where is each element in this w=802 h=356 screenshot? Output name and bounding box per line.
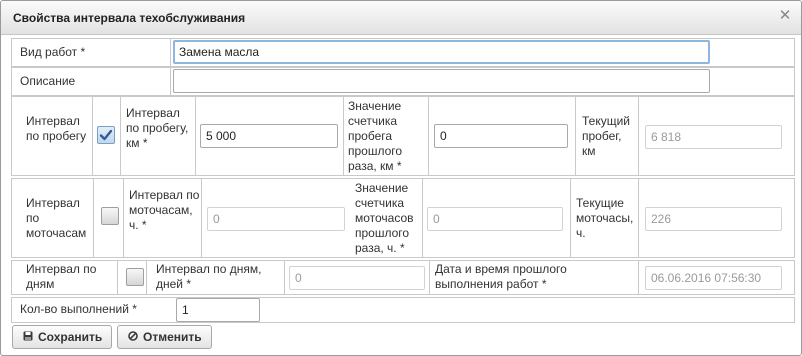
- cancel-button[interactable]: Отменить: [117, 325, 212, 349]
- mileage-toggle-label: Интервал по пробегу: [26, 114, 87, 143]
- description-label: Описание: [20, 74, 76, 88]
- description-row: Описание: [11, 67, 795, 96]
- close-icon[interactable]: ✕: [777, 8, 793, 24]
- count-label: Кол-во выполнений *: [20, 302, 137, 316]
- work-type-input[interactable]: [173, 40, 710, 64]
- mileage-current-label: Текущий пробег, км: [582, 114, 630, 158]
- count-row: Кол-во выполнений *: [11, 297, 795, 323]
- mileage-section: Интервал по пробегу Интервал по пробегу,…: [11, 96, 795, 176]
- engine-hours-interval-input[interactable]: [207, 207, 345, 231]
- engine-hours-toggle-label: Интервал по моточасам: [26, 196, 87, 240]
- save-button-label: Сохранить: [38, 330, 103, 344]
- days-toggle-label: Интервал по дням: [26, 262, 97, 291]
- mileage-interval-input[interactable]: [200, 124, 338, 148]
- engine-hours-last-label: Значение счетчика моточасов прошлого раз…: [355, 181, 414, 255]
- days-checkbox[interactable]: [126, 268, 144, 286]
- description-input[interactable]: [173, 69, 710, 93]
- days-interval-input[interactable]: [289, 266, 425, 290]
- mileage-last-label: Значение счетчика пробега прошлого раза,…: [348, 99, 403, 173]
- floppy-disk-icon: [23, 326, 33, 348]
- mileage-current-input: [645, 125, 782, 149]
- work-type-label: Вид работ *: [20, 45, 86, 59]
- work-type-row: Вид работ *: [11, 38, 795, 67]
- dialog-titlebar[interactable]: Свойства интервала техобслуживания ✕: [1, 1, 801, 35]
- mileage-interval-label: Интервал по пробегу, км *: [126, 106, 189, 150]
- dialog-title: Свойства интервала техобслуживания: [13, 11, 246, 25]
- count-input[interactable]: [176, 298, 260, 322]
- engine-hours-checkbox[interactable]: [101, 207, 119, 225]
- save-button[interactable]: Сохранить: [12, 325, 113, 349]
- engine-hours-current-input: [645, 207, 782, 231]
- engine-hours-current-label: Текущие моточасы, ч.: [576, 196, 634, 240]
- mileage-last-input[interactable]: [434, 124, 568, 148]
- mileage-checkbox[interactable]: [97, 126, 115, 144]
- engine-hours-section: Интервал по моточасам Интервал по моточа…: [11, 178, 795, 258]
- cancel-button-label: Отменить: [143, 330, 202, 344]
- maintenance-interval-dialog: Свойства интервала техобслуживания ✕ Вид…: [0, 0, 802, 356]
- checkmark-icon: [99, 129, 113, 141]
- days-last-label: Дата и время прошлого выполнения работ *: [435, 262, 567, 291]
- engine-hours-last-input[interactable]: [427, 207, 563, 231]
- engine-hours-interval-label: Интервал по моточасам, ч. *: [129, 188, 200, 232]
- cancel-circle-icon: [128, 326, 138, 348]
- days-interval-label: Интервал по дням, дней *: [156, 262, 262, 291]
- days-last-input[interactable]: [645, 266, 782, 290]
- days-section: Интервал по дням Интервал по дням, дней …: [11, 260, 795, 295]
